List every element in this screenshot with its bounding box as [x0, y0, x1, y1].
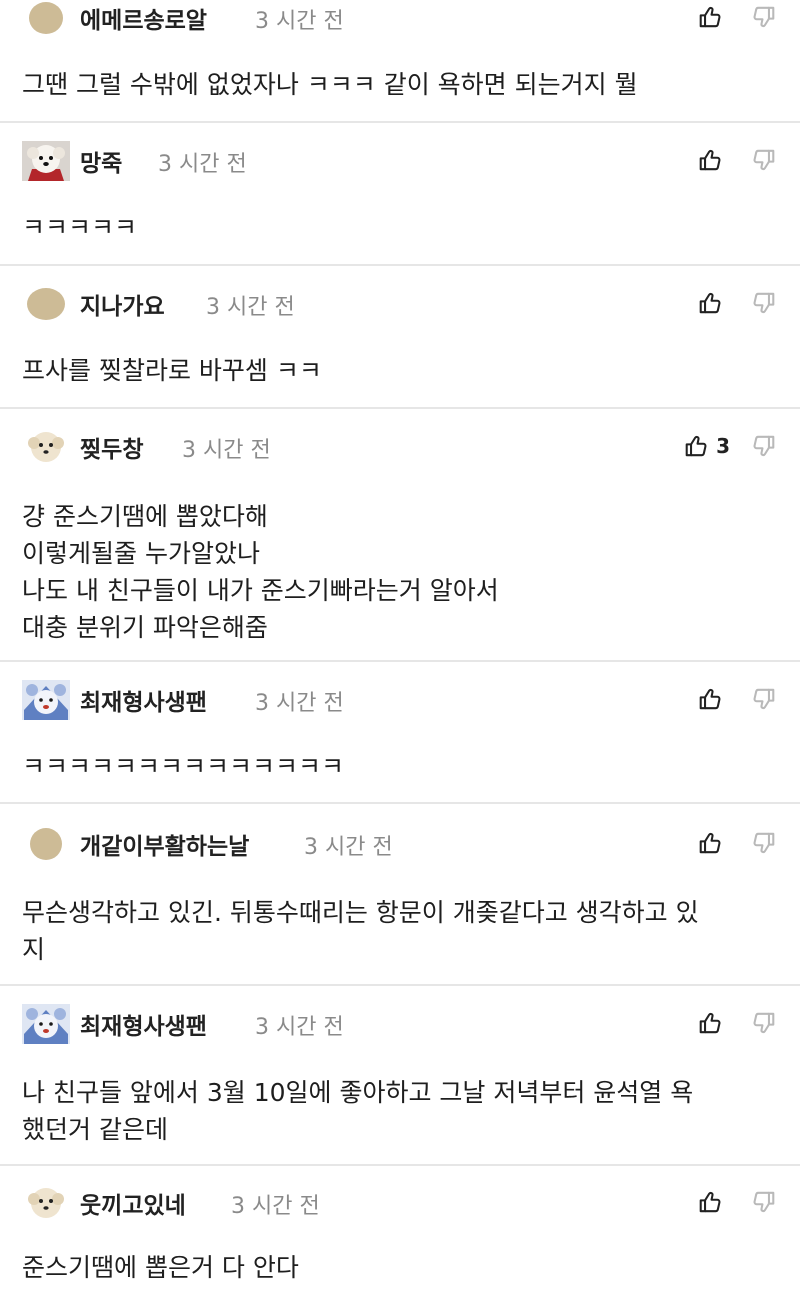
- thumbs-down-icon: [750, 4, 776, 30]
- thumbs-down-icon: [750, 433, 776, 459]
- dislike-button[interactable]: [750, 1185, 776, 1219]
- like-button[interactable]: [698, 682, 730, 716]
- comment-text: 준스기땜에 뽑은거 다 안다: [22, 1253, 299, 1282]
- comment-list: 에메르송로알 3 시간 전 그땐 그럴 수밖에 없었자나 ㅋㅋㅋ 같이 욕하면 …: [0, 0, 800, 1293]
- comment-text: 그땐 그럴 수밖에 없었자나 ㅋㅋㅋ 같이 욕하면 되는거지 뭘: [22, 70, 638, 99]
- thumbs-up-icon: [698, 686, 724, 712]
- comment-item: 지나가요 3 시간 전 프사를 찢찰라로 바꾸셈 ㅋㅋ: [0, 266, 800, 409]
- comment-time: 3 시간 전: [255, 1015, 344, 1040]
- thumbs-down-icon: [750, 1010, 776, 1036]
- thumbs-down-icon: [750, 830, 776, 856]
- comment-author[interactable]: 웃끼고있네: [80, 1186, 186, 1220]
- thumbs-up-icon: [698, 830, 724, 856]
- thumbs-down-icon: [750, 147, 776, 173]
- dislike-button[interactable]: [750, 286, 776, 320]
- comment-time: 3 시간 전: [255, 691, 344, 716]
- thumbs-up-icon: [698, 1010, 724, 1036]
- dislike-button[interactable]: [750, 0, 776, 34]
- white-dog-red-scarf-avatar-icon[interactable]: [22, 141, 70, 181]
- dislike-button[interactable]: [750, 429, 776, 463]
- comment-text: 무슨생각하고 있긴. 뒤통수때리는 항문이 개좆같다고 생각하고 있 지: [22, 898, 699, 964]
- comment-author[interactable]: 망죽: [80, 144, 122, 178]
- comment-time: 3 시간 전: [182, 438, 271, 463]
- comment-text: 프사를 찢찰라로 바꾸셈 ㅋㅋ: [22, 356, 322, 385]
- thumbs-up-icon: [698, 290, 724, 316]
- thumbs-down-icon: [750, 290, 776, 316]
- comment-time: 3 시간 전: [304, 835, 393, 860]
- comment-text: 걍 준스기땜에 뽑았다해 이렇게될줄 누가알았나 나도 내 친구들이 내가 준스…: [22, 502, 499, 642]
- like-button[interactable]: [698, 286, 730, 320]
- comment-text: 나 친구들 앞에서 3월 10일에 좋아하고 그날 저녁부터 윤석열 욕 했던거…: [22, 1078, 694, 1144]
- comment-text: ㅋㅋㅋㅋㅋㅋㅋㅋㅋㅋㅋㅋㅋㅋ: [22, 752, 345, 781]
- comment-author[interactable]: 최재형사생팬: [80, 683, 207, 717]
- like-button[interactable]: [698, 143, 730, 177]
- thumbs-down-icon: [750, 1189, 776, 1215]
- cream-dog-avatar-icon[interactable]: [22, 1183, 70, 1223]
- comment-item: 웃끼고있네 3 시간 전 준스기땜에 뽑은거 다 안다: [0, 1166, 800, 1293]
- comment-author[interactable]: 개같이부활하는날: [80, 827, 249, 861]
- dislike-button[interactable]: [750, 682, 776, 716]
- comment-time: 3 시간 전: [231, 1194, 320, 1219]
- comment-time: 3 시간 전: [206, 295, 295, 320]
- dislike-button[interactable]: [750, 1006, 776, 1040]
- thumbs-up-icon: [698, 147, 724, 173]
- blue-bear-avatar-icon[interactable]: [22, 680, 70, 720]
- comment-time: 3 시간 전: [158, 152, 247, 177]
- like-count: 3: [716, 434, 730, 458]
- thumbs-up-icon: [698, 4, 724, 30]
- like-button[interactable]: [698, 1006, 730, 1040]
- comment-item: 최재형사생팬 3 시간 전 ㅋㅋㅋㅋㅋㅋㅋㅋㅋㅋㅋㅋㅋㅋ: [0, 662, 800, 804]
- comment-item: 에메르송로알 3 시간 전 그땐 그럴 수밖에 없었자나 ㅋㅋㅋ 같이 욕하면 …: [0, 0, 800, 123]
- thumbs-up-icon: [698, 1189, 724, 1215]
- dislike-button[interactable]: [750, 826, 776, 860]
- cream-dog-avatar-icon[interactable]: [22, 427, 70, 467]
- like-button[interactable]: 3: [684, 429, 730, 463]
- comment-item: 개같이부활하는날 3 시간 전 무슨생각하고 있긴. 뒤통수때리는 항문이 개좆…: [0, 804, 800, 986]
- comment-item: 최재형사생팬 3 시간 전 나 친구들 앞에서 3월 10일에 좋아하고 그날 …: [0, 986, 800, 1166]
- comment-text: ㅋㅋㅋㅋㅋ: [22, 213, 138, 242]
- comment-time: 3 시간 전: [255, 9, 344, 34]
- comment-author[interactable]: 에메르송로알: [80, 1, 207, 35]
- thumbs-up-icon: [684, 433, 710, 459]
- comment-item: 찢두창 3 시간 전 3 걍 준스기땜에 뽑았다해 이렇게될줄 누가알았나 나도…: [0, 409, 800, 662]
- plain-beige-avatar-icon[interactable]: [22, 824, 70, 864]
- like-button[interactable]: [698, 0, 730, 34]
- comment-author[interactable]: 지나가요: [80, 287, 165, 321]
- thumbs-down-icon: [750, 686, 776, 712]
- comment-author[interactable]: 최재형사생팬: [80, 1007, 207, 1041]
- comment-author[interactable]: 찢두창: [80, 430, 143, 464]
- dislike-button[interactable]: [750, 143, 776, 177]
- plain-beige-avatar-icon[interactable]: [22, 284, 70, 324]
- comment-item: 망죽 3 시간 전 ㅋㅋㅋㅋㅋ: [0, 123, 800, 266]
- like-button[interactable]: [698, 1185, 730, 1219]
- plain-beige-avatar-icon[interactable]: [22, 0, 70, 38]
- like-button[interactable]: [698, 826, 730, 860]
- blue-bear-avatar-icon[interactable]: [22, 1004, 70, 1044]
